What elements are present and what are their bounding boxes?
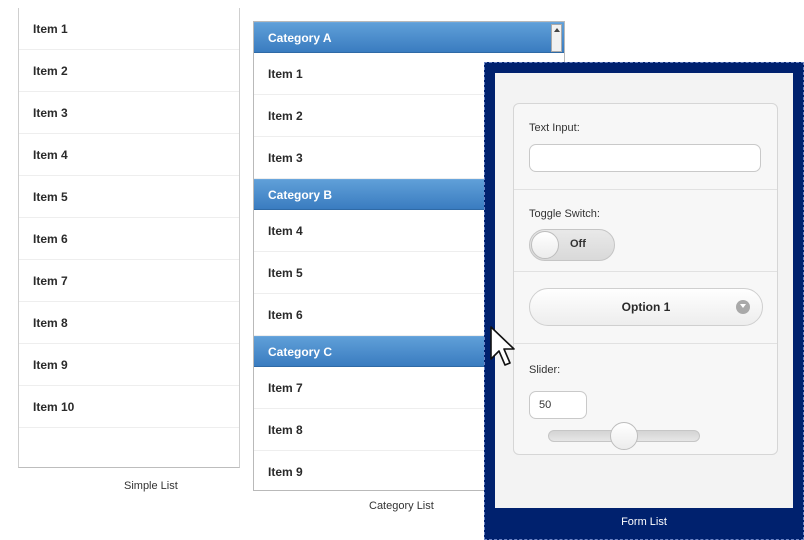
select-section: Option 1 — [514, 272, 777, 344]
list-item[interactable]: Item 10 — [19, 386, 239, 428]
form-card: Text Input: Toggle Switch: Off Option 1 … — [513, 103, 778, 455]
slider-label: Slider: — [529, 364, 561, 376]
list-item[interactable]: Item 3 — [19, 92, 239, 134]
mouse-pointer-icon — [490, 326, 515, 366]
list-item[interactable]: Item 7 — [19, 260, 239, 302]
list-item[interactable]: Item 9 — [19, 344, 239, 386]
chevron-down-icon — [736, 300, 750, 314]
arrow-up-icon — [554, 28, 560, 32]
simple-list: Item 1 Item 2 Item 3 Item 4 Item 5 Item … — [19, 8, 239, 428]
scrollbar-up-button[interactable] — [551, 24, 562, 52]
category-header-a: Category A — [254, 22, 564, 53]
text-input-label: Text Input: — [529, 122, 580, 134]
list-item[interactable]: Item 1 — [19, 8, 239, 50]
simple-list-panel: Item 1 Item 2 Item 3 Item 4 Item 5 Item … — [18, 8, 240, 468]
option-select[interactable]: Option 1 — [529, 288, 763, 326]
list-item[interactable]: Item 2 — [19, 50, 239, 92]
form-list-panel: Text Input: Toggle Switch: Off Option 1 … — [484, 62, 804, 540]
toggle-switch-label: Toggle Switch: — [529, 208, 600, 220]
list-item[interactable]: Item 4 — [19, 134, 239, 176]
list-item[interactable]: Item 6 — [19, 218, 239, 260]
form-list-caption: Form List — [621, 516, 667, 528]
slider-handle[interactable] — [610, 422, 638, 450]
simple-list-caption: Simple List — [124, 480, 178, 492]
slider-value-input[interactable]: 50 — [529, 391, 587, 419]
option-select-value: Option 1 — [621, 300, 671, 314]
toggle-state-label: Off — [570, 238, 586, 250]
category-list-caption: Category List — [369, 500, 434, 512]
toggle-section: Toggle Switch: Off — [514, 190, 777, 272]
text-input-section: Text Input: — [514, 104, 777, 190]
list-item[interactable]: Item 8 — [19, 302, 239, 344]
slider-section: Slider: 50 — [514, 344, 777, 456]
toggle-knob[interactable] — [531, 231, 559, 259]
slider-track[interactable] — [548, 422, 700, 450]
text-input-field[interactable] — [529, 144, 761, 172]
toggle-switch[interactable]: Off — [529, 229, 615, 261]
list-item[interactable]: Item 5 — [19, 176, 239, 218]
